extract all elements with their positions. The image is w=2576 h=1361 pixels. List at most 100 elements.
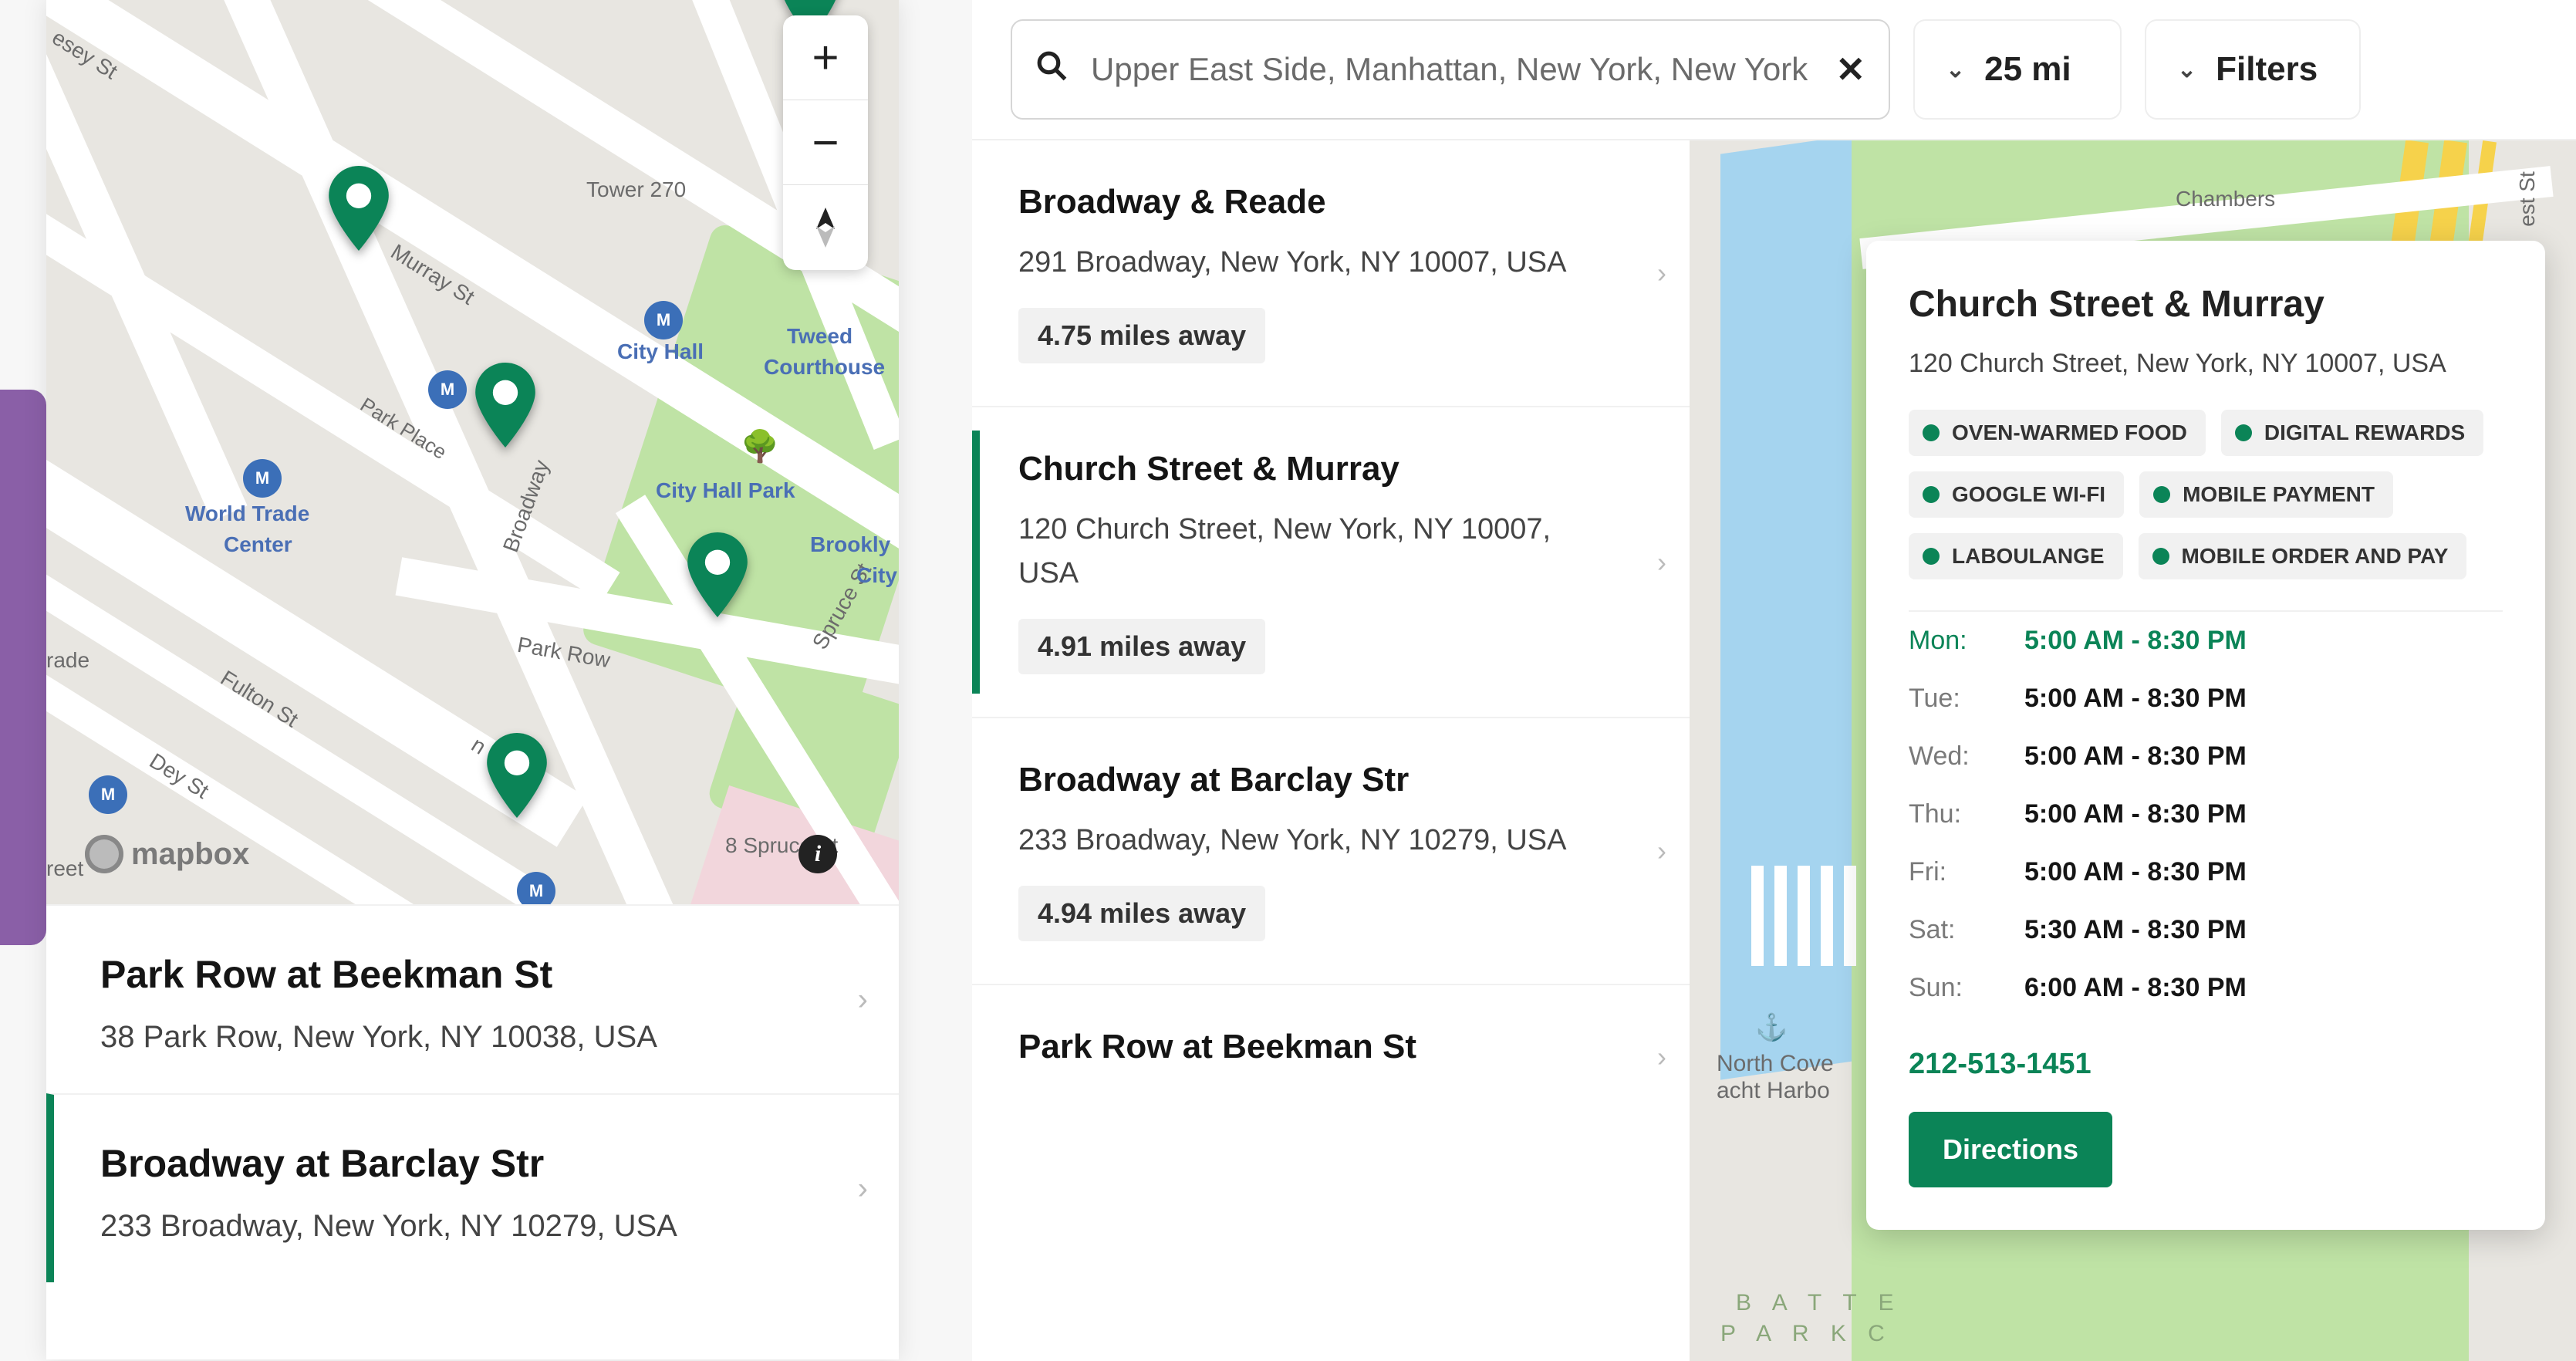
result-title: Broadway at Barclay Str [1018,761,1651,799]
hours-time: 5:00 AM - 8:30 PM [2024,857,2247,887]
amenity-dot-icon [1923,424,1940,441]
amenity-label: LABOULANGE [1952,544,2105,569]
hours-table: Mon:5:00 AM - 8:30 PMTue:5:00 AM - 8:30 … [1909,610,2503,1017]
filters-dropdown[interactable]: ⌄ Filters [2145,19,2361,120]
hours-day: Sat: [1909,915,2024,945]
amenity-label: OVEN-WARMED FOOD [1952,420,2187,445]
zoom-out-button[interactable]: − [783,100,868,185]
mapbox-logo: mapbox [85,835,249,873]
chevron-right-icon: › [858,982,868,1017]
amenity-dot-icon [2235,424,2252,441]
amenity-tag: MOBILE PAYMENT [2139,471,2393,518]
left-list-item[interactable]: Park Row at Beekman St 38 Park Row, New … [46,904,899,1093]
list-item-address: 38 Park Row, New York, NY 10038, USA [100,1020,860,1055]
result-title: Park Row at Beekman St [1018,1028,1651,1066]
search-text: Upper East Side, Manhattan, New York, Ne… [1091,51,1812,88]
result-item[interactable]: Broadway at Barclay Str 233 Broadway, New… [972,717,1690,984]
result-distance: 4.91 miles away [1018,619,1265,674]
map-pin[interactable] [687,532,748,617]
list-item-title: Park Row at Beekman St [100,952,860,997]
amenity-tag: GOOGLE WI-FI [1909,471,2124,518]
hours-row: Tue:5:00 AM - 8:30 PM [1909,670,2503,728]
hours-day: Fri: [1909,857,2024,887]
detail-card: Church Street & Murray 120 Church Street… [1866,241,2545,1230]
hours-time: 5:00 AM - 8:30 PM [2024,684,2247,714]
hours-time: 5:30 AM - 8:30 PM [2024,915,2247,945]
left-list: Park Row at Beekman St 38 Park Row, New … [46,904,899,1359]
amenity-dot-icon [1923,548,1940,565]
amenity-dot-icon [2153,486,2170,503]
search-icon [1035,49,1068,89]
zoom-controls: + − [783,15,868,270]
tree-icon: 🌳 [741,428,779,464]
anchor-icon: ⚓ [1755,1012,1788,1043]
map-info-button[interactable]: i [798,835,837,873]
amenity-dot-icon [2152,548,2169,565]
hours-row: Fri:5:00 AM - 8:30 PM [1909,843,2503,901]
mta-icon: M [89,775,127,814]
amenity-tag: LABOULANGE [1909,533,2123,579]
amenity-tag: MOBILE ORDER AND PAY [2139,533,2467,579]
hours-day: Mon: [1909,626,2024,656]
clear-search-button[interactable]: ✕ [1835,49,1865,90]
left-panel: esey St Murray St Park Place Broadway Pa… [46,0,899,1359]
amenity-label: GOOGLE WI-FI [1952,482,2105,507]
result-item[interactable]: Broadway & Reade 291 Broadway, New York, … [972,140,1690,406]
map-pin[interactable] [474,363,536,447]
amenity-label: MOBILE PAYMENT [2183,482,2375,507]
detail-phone[interactable]: 212-513-1451 [1909,1048,2503,1081]
mta-icon: M [243,459,282,498]
directions-button[interactable]: Directions [1909,1112,2112,1187]
decoration-left [0,390,46,945]
detail-address: 120 Church Street, New York, NY 10007, U… [1909,349,2503,379]
amenities-row: OVEN-WARMED FOOD DIGITAL REWARDS GOOGLE WI… [1909,410,2503,579]
result-item[interactable]: Park Row at Beekman St› [972,984,1690,1128]
hours-row: Sun:6:00 AM - 8:30 PM [1909,959,2503,1017]
hours-row: Sat:5:30 AM - 8:30 PM [1909,901,2503,959]
hours-day: Sun: [1909,973,2024,1003]
hours-time: 6:00 AM - 8:30 PM [2024,973,2247,1003]
result-title: Church Street & Murray [1018,450,1651,488]
filters-label: Filters [2216,50,2318,89]
hours-time: 5:00 AM - 8:30 PM [2024,799,2247,829]
result-title: Broadway & Reade [1018,183,1651,221]
hours-day: Wed: [1909,741,2024,772]
result-item[interactable]: Church Street & Murray120 Church Street,… [972,406,1690,717]
chevron-down-icon: ⌄ [1946,56,1965,83]
right-panel: Upper East Side, Manhattan, New York, Ne… [972,0,2576,1359]
hours-time: 5:00 AM - 8:30 PM [2024,626,2247,656]
mapbox-icon [85,835,123,873]
hours-day: Thu: [1909,799,2024,829]
result-address: 291 Broadway, New York, NY 10007, USA [1018,241,1589,285]
map-pin[interactable] [328,166,390,251]
result-distance: 4.94 miles away [1018,886,1265,941]
radius-dropdown[interactable]: ⌄ 25 mi [1913,19,2122,120]
compass-button[interactable] [783,185,868,270]
hours-row: Mon:5:00 AM - 8:30 PM [1909,612,2503,670]
hours-time: 5:00 AM - 8:30 PM [2024,741,2247,772]
amenity-tag: OVEN-WARMED FOOD [1909,410,2206,456]
chevron-down-icon: ⌄ [2177,56,2196,83]
left-list-item[interactable]: Broadway at Barclay Str 233 Broadway, Ne… [46,1093,899,1282]
list-item-title: Broadway at Barclay Str [100,1141,860,1186]
hours-day: Tue: [1909,684,2024,714]
result-address: 233 Broadway, New York, NY 10279, USA [1018,819,1589,863]
map-pin[interactable] [486,733,548,818]
mapbox-label: mapbox [131,837,249,872]
chevron-right-icon: › [1657,546,1666,579]
amenity-label: MOBILE ORDER AND PAY [2182,544,2449,569]
search-bar-row: Upper East Side, Manhattan, New York, Ne… [972,0,2576,140]
right-body: Chambers est St ⚓ North Cove acht Harbo … [972,140,2576,1361]
chevron-right-icon: › [1657,835,1666,867]
detail-title: Church Street & Murray [1909,283,2503,326]
left-map[interactable]: esey St Murray St Park Place Broadway Pa… [46,0,899,904]
chevron-right-icon: › [1657,1041,1666,1073]
amenity-dot-icon [1923,486,1940,503]
chevron-right-icon: › [1657,257,1666,289]
zoom-in-button[interactable]: + [783,15,868,100]
search-input[interactable]: Upper East Side, Manhattan, New York, Ne… [1011,19,1890,120]
mta-icon: M [644,301,683,339]
chevron-right-icon: › [858,1171,868,1206]
amenity-tag: DIGITAL REWARDS [2221,410,2483,456]
mta-icon: M [517,872,555,904]
